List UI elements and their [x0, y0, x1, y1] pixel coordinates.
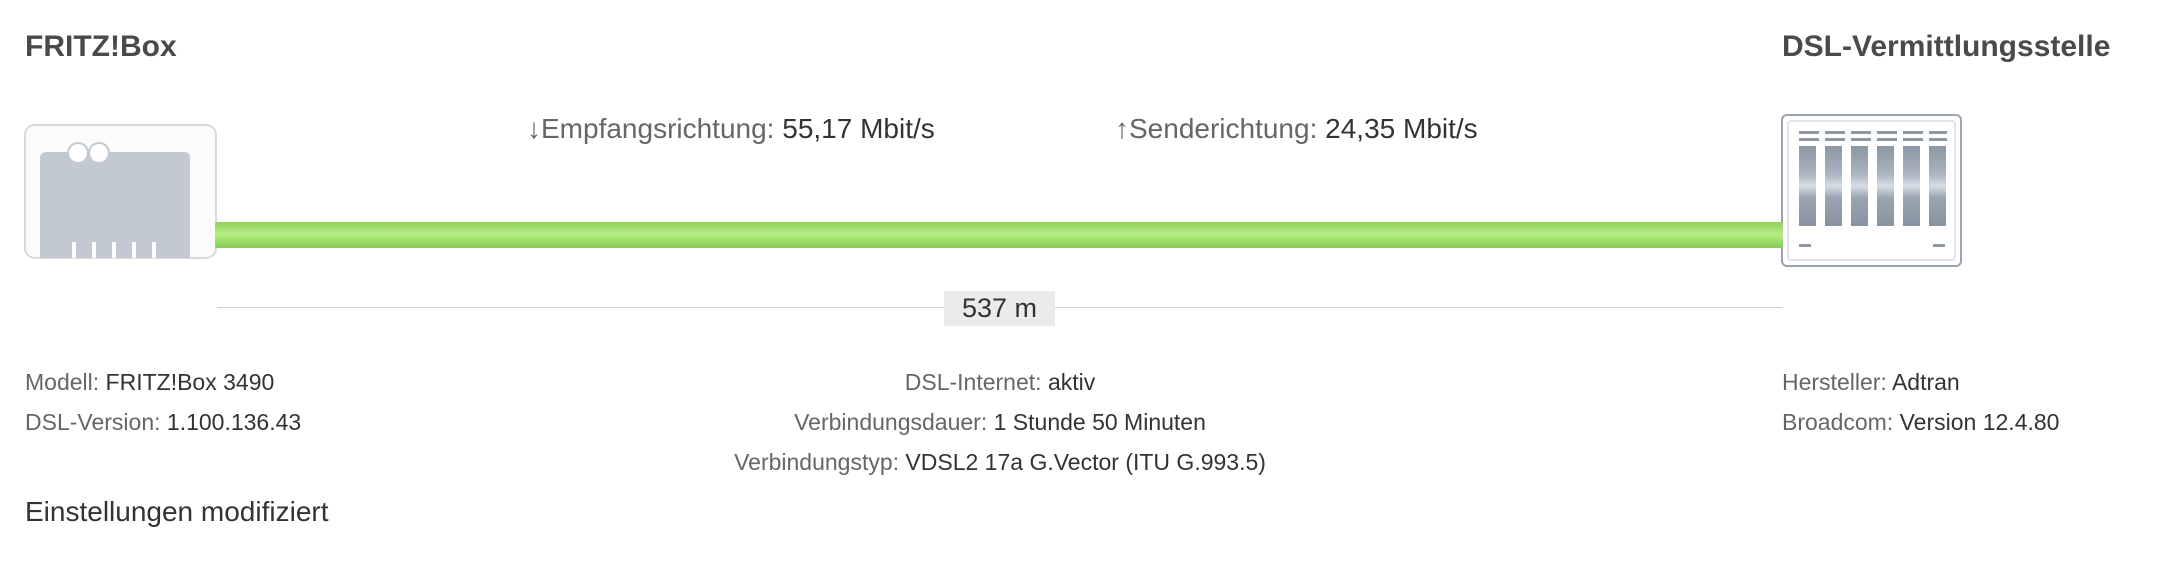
up-arrow-icon: ↑ [1115, 113, 1129, 144]
settings-modified-note: Einstellungen modifiziert [25, 496, 329, 527]
upstream-rate: ↑Senderichtung: 24,35 Mbit/s [1115, 113, 1478, 145]
model-row: Modell: FRITZ!Box 3490 [25, 362, 301, 402]
model-value: FRITZ!Box 3490 [105, 369, 275, 395]
upstream-label: Senderichtung: [1129, 113, 1318, 144]
exchange-icon [1781, 114, 1962, 267]
downstream-rate: ↓Empfangsrichtung: 55,17 Mbit/s [527, 113, 935, 145]
dsl-version-value: 1.100.136.43 [166, 409, 302, 435]
exchange-title: DSL-Vermittlungsstelle [1782, 30, 2111, 63]
broadcom-value: Version 12.4.80 [1899, 409, 2060, 435]
internet-label: DSL-Internet: [904, 369, 1042, 395]
router-icon [24, 124, 217, 259]
duration-value: 1 Stunde 50 Minuten [993, 409, 1206, 435]
broadcom-row: Broadcom: Version 12.4.80 [1782, 402, 2059, 442]
dsl-version-row: DSL-Version: 1.100.136.43 [25, 402, 301, 442]
connection-type-row: Verbindungstyp: VDSL2 17a G.Vector (ITU … [600, 442, 1400, 482]
connection-info: DSL-Internet: aktiv Verbindungsdauer: 1 … [600, 362, 1400, 482]
downstream-label: Empfangsrichtung: [541, 113, 775, 144]
connection-type-label: Verbindungstyp: [734, 449, 900, 475]
broadcom-label: Broadcom: [1782, 409, 1894, 435]
model-label: Modell: [25, 369, 100, 395]
internet-row: DSL-Internet: aktiv [600, 362, 1400, 402]
distance-badge: 537 m [944, 291, 1055, 326]
duration-row: Verbindungsdauer: 1 Stunde 50 Minuten [600, 402, 1400, 442]
manufacturer-label: Hersteller: [1782, 369, 1887, 395]
dsl-version-label: DSL-Version: [25, 409, 161, 435]
upstream-value: 24,35 Mbit/s [1325, 113, 1478, 144]
exchange-info: Hersteller: Adtran Broadcom: Version 12.… [1782, 362, 2059, 442]
fritzbox-info: Modell: FRITZ!Box 3490 DSL-Version: 1.10… [25, 362, 301, 442]
downstream-value: 55,17 Mbit/s [782, 113, 935, 144]
connection-type-value: VDSL2 17a G.Vector (ITU G.993.5) [905, 449, 1266, 475]
manufacturer-value: Adtran [1891, 369, 1960, 395]
fritzbox-title: FRITZ!Box [25, 30, 177, 63]
internet-value: aktiv [1047, 369, 1096, 395]
down-arrow-icon: ↓ [527, 113, 541, 144]
duration-label: Verbindungsdauer: [794, 409, 988, 435]
manufacturer-row: Hersteller: Adtran [1782, 362, 2059, 402]
dsl-line [215, 222, 1783, 248]
